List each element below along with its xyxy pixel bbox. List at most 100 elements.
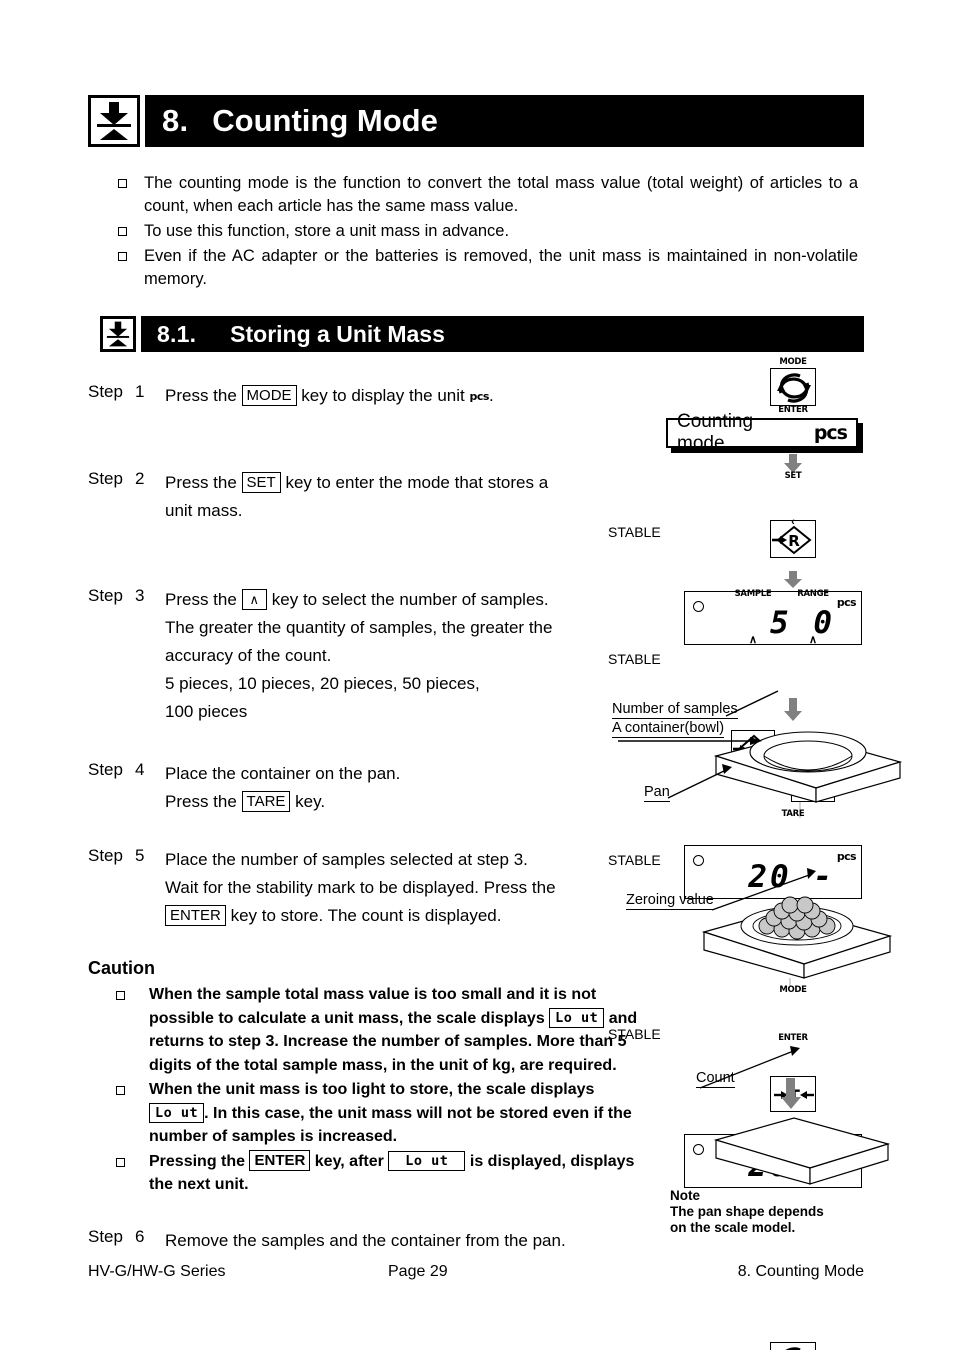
- step-body: Press the ∧ key to select the number of …: [165, 586, 552, 726]
- procedure-flow-diagram: MODE ENTER Counting mode pcs SET R ‹ STA…: [608, 357, 908, 1350]
- note-block: Note The pan shape depends on the scale …: [670, 1188, 824, 1236]
- counting-mode-plate: Counting mode pcs: [666, 411, 858, 454]
- step-line: Remove the samples and the container fro…: [165, 1231, 566, 1250]
- step-2: Step 2 Press the SET key to enter the mo…: [88, 469, 548, 525]
- step-number: 2: [135, 469, 145, 488]
- weigh-scale-glyph: [97, 102, 131, 140]
- pcs-unit-glyph: pcs: [813, 422, 848, 444]
- document-page: 8. Counting Mode The counting mode is th…: [0, 0, 954, 1350]
- stable-label: STABLE: [608, 651, 661, 667]
- step-line: The greater the quantity of samples, the…: [165, 618, 553, 637]
- chapter-title: Counting Mode: [212, 103, 438, 138]
- intro-bullet-text: To use this function, store a unit mass …: [144, 222, 510, 240]
- note-line-1: The pan shape depends: [670, 1204, 824, 1219]
- caution-text: Pressing the ENTER key, after Lo ut is d…: [149, 1149, 648, 1197]
- step-line: Wait for the stability mark to be displa…: [165, 878, 556, 897]
- mode-key-button-bottom[interactable]: [770, 1342, 816, 1350]
- intro-bullet-text: The counting mode is the function to con…: [144, 174, 858, 215]
- weigh-scale-icon: [100, 316, 136, 352]
- step-line: 100 pieces: [165, 702, 248, 721]
- caution-segment: Pressing the: [149, 1152, 250, 1170]
- pan-callout: Pan: [644, 784, 670, 802]
- section-banner-bar: 8.1. Storing a Unit Mass: [141, 316, 864, 352]
- flow-arrow-icon: [780, 1078, 802, 1110]
- key-bottom-caption: ‹: [791, 516, 795, 528]
- caution-text: When the sample total mass value is too …: [149, 983, 648, 1077]
- lcd-lo-ut-token: Lo ut: [549, 1007, 605, 1028]
- step-body: Place the number of samples selected at …: [165, 846, 556, 930]
- enter-keycap: ENTER: [249, 1149, 311, 1171]
- caution-item: When the unit mass is too light to store…: [88, 1078, 648, 1149]
- tare-keycap: TARE: [241, 791, 291, 812]
- caution-segment: key, after: [310, 1152, 389, 1170]
- caution-segment: When the sample total mass value is too …: [149, 986, 597, 1027]
- page-footer: HV-G/HW-G Series Page 29 8. Counting Mod…: [88, 1263, 864, 1281]
- stability-mark-icon: [693, 855, 704, 866]
- mode-keycap: MODE: [241, 385, 297, 406]
- step-1: Step 1 Press the MODE key to display the…: [88, 382, 494, 411]
- mode-key-button[interactable]: [770, 368, 816, 406]
- caution-item: Pressing the ENTER key, after Lo ut is d…: [88, 1149, 648, 1197]
- step-word: Step: [88, 586, 123, 605]
- step-line: Press the ∧ key to select the number of …: [165, 586, 552, 614]
- list-item: The counting mode is the function to con…: [118, 172, 858, 218]
- step-number: 3: [135, 586, 145, 605]
- set-keycap: SET: [241, 472, 281, 493]
- step-text: .: [488, 386, 494, 405]
- step-line: Place the number of samples selected at …: [165, 850, 528, 869]
- pcs-unit-glyph: pcs: [836, 850, 857, 863]
- square-bullet-icon: [118, 227, 127, 236]
- step-3: Step 3 Press the ∧ key to select the num…: [88, 586, 552, 726]
- step-text: key to enter the mode that stores a: [280, 473, 549, 492]
- caution-segment: When the unit mass is too light to store…: [149, 1081, 595, 1098]
- list-item: To use this function, store a unit mass …: [118, 220, 858, 243]
- step-text: key to select the number of samples.: [267, 590, 549, 609]
- pan-with-samples-illustration: [701, 896, 893, 986]
- step-body: Press the MODE key to display the unit p…: [165, 382, 494, 411]
- stability-mark-icon: [693, 601, 704, 612]
- counting-mode-label: Counting mode: [677, 411, 754, 454]
- key-bottom-caption: ∧: [808, 634, 818, 646]
- step-word: Step: [88, 760, 123, 779]
- enter-keycap: ENTER: [165, 905, 226, 926]
- weigh-scale-icon: [88, 95, 140, 147]
- section-number: 8.1.: [157, 320, 197, 347]
- square-bullet-icon: [116, 991, 125, 1000]
- caution-item: When the sample total mass value is too …: [88, 983, 648, 1077]
- number-of-samples-callout: Number of samples: [612, 701, 738, 719]
- step-text: Press the: [165, 386, 242, 405]
- step-word: Step: [88, 382, 123, 401]
- step-line: Press the TARE key.: [165, 788, 400, 816]
- key-top-caption: MODE: [779, 357, 807, 367]
- step-body: Place the container on the pan. Press th…: [165, 760, 400, 816]
- note-line-2: on the scale model.: [670, 1220, 796, 1235]
- note-title: Note: [670, 1188, 700, 1203]
- caution-text: When the unit mass is too light to store…: [149, 1078, 648, 1149]
- footer-chapter: 8. Counting Mode: [737, 1263, 864, 1280]
- step-line: 5 pieces, 10 pieces, 20 pieces, 50 piece…: [165, 674, 480, 693]
- step-text: Press the: [165, 792, 242, 811]
- lcd-lo-ut-token: Lo ut: [388, 1150, 466, 1171]
- step-word: Step: [88, 469, 123, 488]
- empty-pan-illustration: [713, 1117, 891, 1185]
- chapter-number: 8.: [162, 103, 189, 138]
- step-text: key to store. The count is displayed.: [225, 906, 502, 925]
- list-item: Even if the AC adapter or the batteries …: [118, 245, 858, 291]
- lcd-value: 5 0: [770, 605, 835, 641]
- circular-arrows-icon: [785, 1347, 801, 1350]
- intro-bullet-text: Even if the AC adapter or the batteries …: [144, 247, 858, 288]
- chapter-banner: 8. Counting Mode: [88, 95, 864, 147]
- step-text: Press the: [165, 590, 242, 609]
- pan-with-container-illustration: [618, 731, 903, 818]
- step-number: 1: [135, 382, 145, 401]
- step-line: unit mass.: [165, 501, 243, 520]
- footer-page-number: Page 29: [388, 1263, 448, 1280]
- chapter-banner-bar: 8. Counting Mode: [145, 95, 864, 147]
- stable-label: STABLE: [608, 852, 661, 868]
- key-bottom-caption: ∧: [748, 634, 758, 646]
- caution-segment: . In this case, the unit mass will not b…: [149, 1104, 632, 1146]
- step-line: Press the SET key to enter the mode that…: [165, 469, 548, 497]
- step-body: Remove the samples and the container fro…: [165, 1227, 566, 1255]
- key-top-caption: SET: [784, 471, 802, 481]
- caution-title: Caution: [88, 958, 155, 978]
